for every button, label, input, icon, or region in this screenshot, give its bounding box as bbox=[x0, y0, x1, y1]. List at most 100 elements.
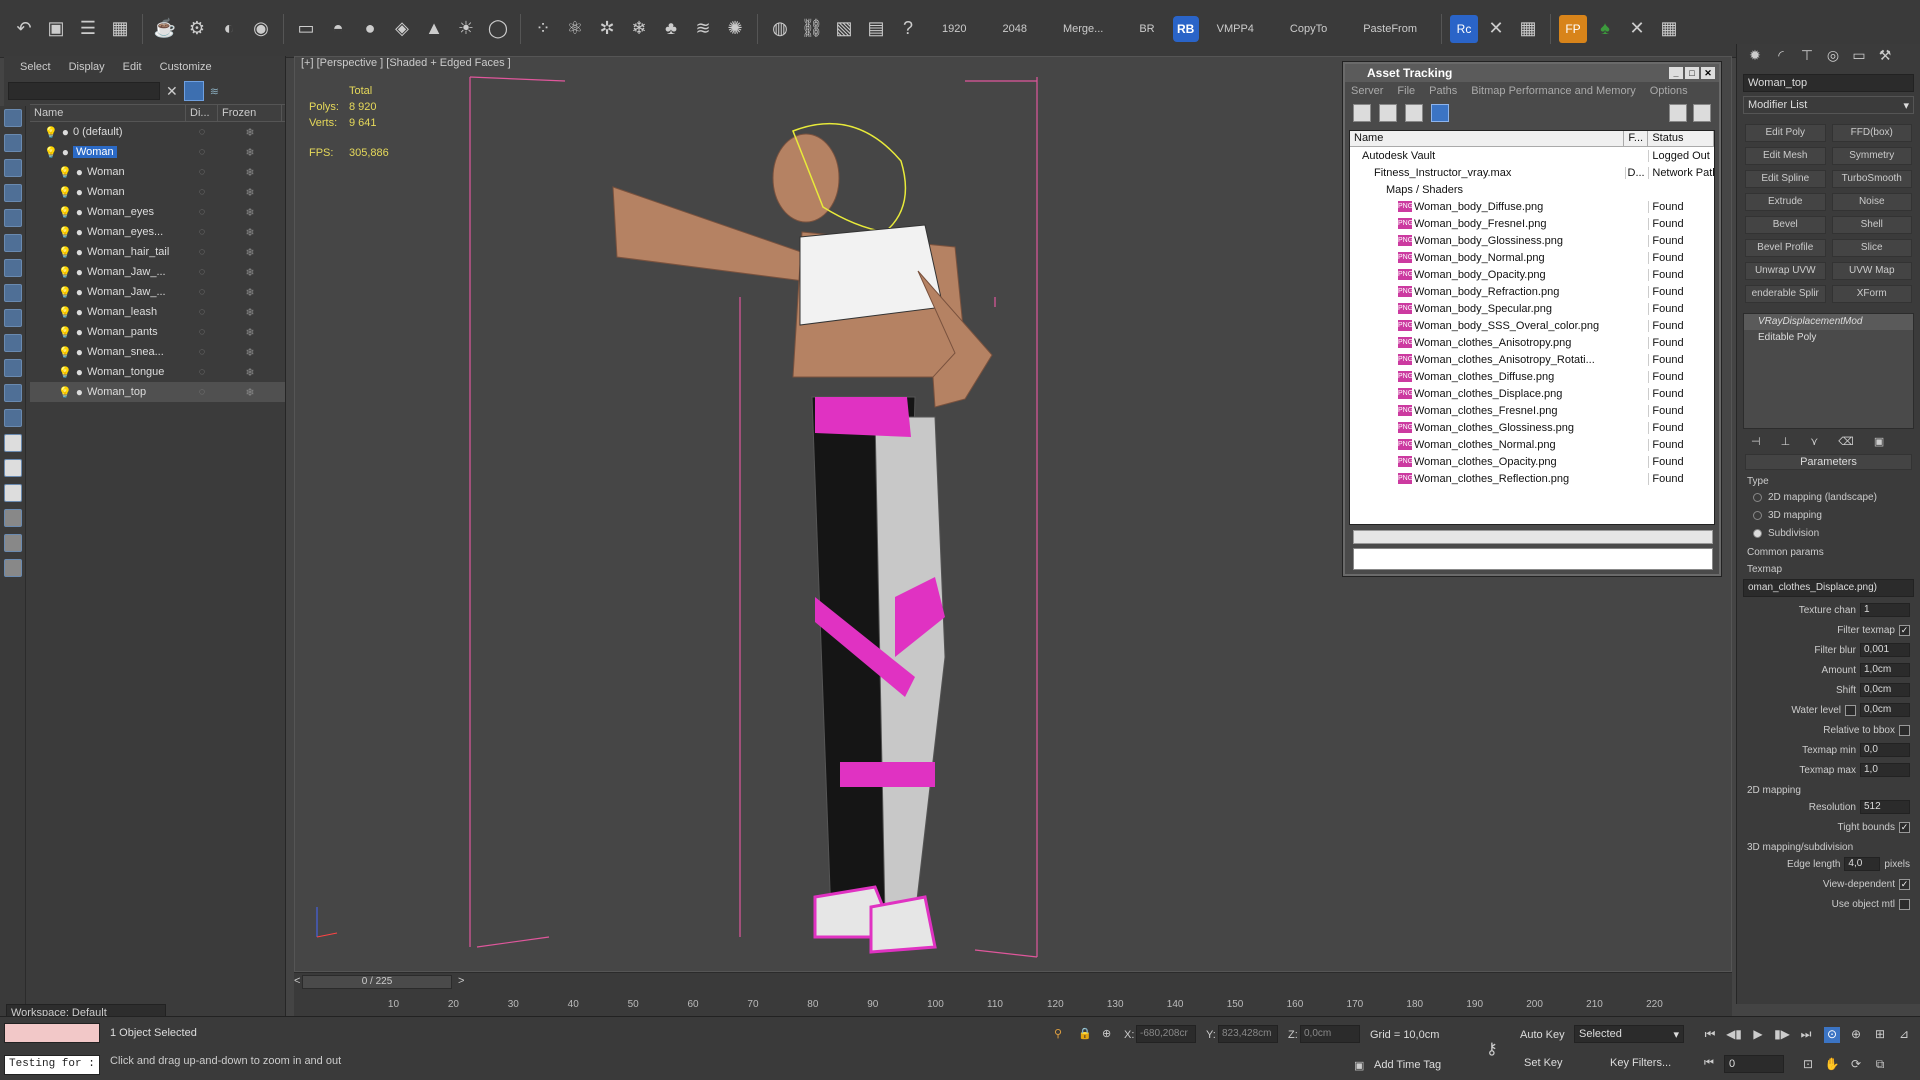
freeze-toggle-icon[interactable]: ❄ bbox=[218, 386, 282, 399]
key-icon[interactable]: ⚷ bbox=[1486, 1039, 1498, 1059]
use-object-mtl-checkbox[interactable] bbox=[1899, 898, 1910, 910]
asset-row[interactable]: PNGWoman_clothes_Glossiness.png Found bbox=[1350, 419, 1714, 436]
display-toggle-icon[interactable]: ◌ bbox=[186, 306, 218, 318]
hierarchy-icon[interactable] bbox=[4, 534, 22, 552]
display-toggle-icon[interactable]: ◌ bbox=[186, 386, 218, 398]
asset-row[interactable]: PNGWoman_clothes_Anisotropy_Rotati... Fou… bbox=[1350, 351, 1714, 368]
menu-edit[interactable]: Edit bbox=[123, 61, 142, 73]
list-view-icon[interactable] bbox=[1379, 104, 1397, 122]
table-view-icon[interactable] bbox=[1431, 104, 1449, 122]
display-lights-icon[interactable] bbox=[4, 184, 22, 202]
table-icon[interactable]: ▦ bbox=[106, 15, 134, 43]
display-toggle-icon[interactable]: ◌ bbox=[186, 126, 218, 138]
freeze-toggle-icon[interactable]: ❄ bbox=[218, 186, 282, 199]
asset-row[interactable]: PNGWoman_body_Opacity.png Found bbox=[1350, 266, 1714, 283]
field-of-view-icon[interactable]: ⊿ bbox=[1896, 1027, 1912, 1043]
motion-tab-icon[interactable]: ◎ bbox=[1823, 47, 1843, 67]
show-end-result-icon[interactable]: ⊥ bbox=[1781, 435, 1791, 448]
scene-row[interactable]: 💡 ● Woman_leash ◌ ❄ bbox=[30, 302, 285, 322]
time-tag-icon[interactable]: ▣ bbox=[1354, 1059, 1364, 1072]
display-all-icon[interactable] bbox=[4, 109, 22, 127]
modifier-button[interactable]: Slice bbox=[1831, 239, 1912, 257]
display-toggle-icon[interactable]: ◌ bbox=[186, 326, 218, 338]
tools-icon[interactable]: ✕ bbox=[1482, 15, 1510, 43]
rc-icon[interactable]: Rc bbox=[1450, 14, 1478, 43]
next-key-icon[interactable]: ▮▶ bbox=[1774, 1027, 1790, 1043]
filter-texmap-checkbox[interactable]: ✓ bbox=[1899, 624, 1910, 636]
modifier-button[interactable]: Symmetry bbox=[1831, 147, 1912, 165]
spreadsheet2-icon[interactable]: ▦ bbox=[1655, 15, 1683, 43]
asset-row[interactable]: PNGWoman_body_FresneI.png Found bbox=[1350, 215, 1714, 232]
water-level-spinner[interactable]: 0,0cm bbox=[1860, 703, 1910, 717]
prev-frame-icon[interactable]: < bbox=[294, 975, 300, 987]
maximize-icon[interactable]: □ bbox=[1685, 67, 1699, 79]
spreadsheet-icon[interactable]: ▦ bbox=[1514, 15, 1542, 43]
visibility-bulb-icon[interactable]: 💡 bbox=[58, 186, 72, 199]
col-display[interactable]: Di... bbox=[186, 105, 218, 121]
display-toggle-icon[interactable]: ◌ bbox=[186, 186, 218, 198]
radio-button[interactable] bbox=[1753, 492, 1762, 502]
sun-icon[interactable]: ☀ bbox=[452, 15, 480, 43]
col-frozen[interactable]: Frozen bbox=[218, 105, 282, 121]
visibility-bulb-icon[interactable]: 💡 bbox=[58, 206, 72, 219]
asset-row[interactable]: Fitness_Instructor_vray.max D... Network P… bbox=[1350, 164, 1714, 181]
teapot-icon[interactable]: ☕ bbox=[151, 15, 179, 43]
display-toggle-icon[interactable]: ◌ bbox=[186, 166, 218, 178]
asset-col-f[interactable]: F... bbox=[1624, 131, 1649, 146]
modifier-button[interactable]: UVW Map bbox=[1831, 262, 1912, 280]
prev-key-icon[interactable]: ◀▮ bbox=[1726, 1027, 1742, 1043]
time-slider[interactable]: 0 / 225 bbox=[302, 975, 452, 989]
asset-row[interactable]: PNGWoman_body_Normal.png Found bbox=[1350, 249, 1714, 266]
scene-row[interactable]: 💡 ● Woman_Jaw_... ◌ ❄ bbox=[30, 262, 285, 282]
modifier-button[interactable]: Bevel Profile bbox=[1745, 239, 1826, 257]
display-warps-icon[interactable] bbox=[4, 259, 22, 277]
current-frame-field[interactable]: 0 bbox=[1724, 1055, 1784, 1073]
close-icon[interactable]: ✕ bbox=[1701, 67, 1715, 79]
hierarchy-tab-icon[interactable]: ⊤ bbox=[1797, 47, 1817, 67]
asset-row[interactable]: PNGWoman_body_Specular.png Found bbox=[1350, 300, 1714, 317]
radio-button[interactable] bbox=[1753, 510, 1762, 520]
light-icon[interactable]: ◯ bbox=[484, 15, 512, 43]
texmap-min-spinner[interactable]: 0,0 bbox=[1860, 743, 1910, 757]
rb-button[interactable]: RB bbox=[1172, 15, 1199, 42]
asset-horizontal-scrollbar[interactable] bbox=[1353, 530, 1713, 544]
asset-row[interactable]: PNGWoman_clothes_Opacity.png Found bbox=[1350, 453, 1714, 470]
play-icon[interactable]: ▶ bbox=[1750, 1027, 1766, 1043]
texture-chan-spinner[interactable]: 1 bbox=[1860, 603, 1910, 617]
invert-icon[interactable] bbox=[4, 484, 22, 502]
modifier-button[interactable]: Bevel bbox=[1745, 216, 1826, 234]
asset-row[interactable]: PNGWoman_body_SSS_Overal_color.png Found bbox=[1350, 317, 1714, 334]
menu-select[interactable]: Select bbox=[20, 61, 51, 73]
undo-icon[interactable]: ↶ bbox=[10, 15, 38, 43]
display-toggle-icon[interactable]: ◌ bbox=[186, 226, 218, 238]
tree-icon[interactable]: ♠ bbox=[1591, 15, 1619, 43]
help-icon[interactable] bbox=[1669, 104, 1687, 122]
sphere-icon[interactable]: ● bbox=[356, 15, 384, 43]
br-button[interactable]: BR bbox=[1139, 23, 1154, 35]
display-groups-icon[interactable] bbox=[4, 284, 22, 302]
display-geometry-icon[interactable] bbox=[4, 134, 22, 152]
object-name-field[interactable]: Woman_top bbox=[1743, 74, 1914, 92]
scene-row[interactable]: 💡 ● Woman_snea... ◌ ❄ bbox=[30, 342, 285, 362]
goto-end-icon[interactable]: ⏭ bbox=[1798, 1027, 1814, 1043]
col-name[interactable]: Name bbox=[30, 105, 186, 121]
view-dependent-checkbox[interactable]: ✓ bbox=[1899, 878, 1910, 890]
scene-row[interactable]: 💡 ● Woman_hair_tail ◌ ❄ bbox=[30, 242, 285, 262]
create-tab-icon[interactable]: ✹ bbox=[1745, 47, 1765, 67]
freeze-toggle-icon[interactable]: ❄ bbox=[218, 166, 282, 179]
visibility-bulb-icon[interactable]: 💡 bbox=[58, 226, 72, 239]
globe-icon[interactable]: ◍ bbox=[766, 15, 794, 43]
asset-row[interactable]: PNGWoman_body_Diffuse.png Found bbox=[1350, 198, 1714, 215]
display-toggle-icon[interactable]: ◌ bbox=[186, 246, 218, 258]
script-1920-button[interactable]: 1920 bbox=[942, 23, 966, 35]
scene-row[interactable]: 💡 ● Woman_top ◌ ❄ bbox=[30, 382, 285, 402]
asset-row[interactable]: Maps / Shaders bbox=[1350, 181, 1714, 198]
edge-length-spinner[interactable]: 4,0 bbox=[1844, 857, 1881, 871]
cage-icon[interactable]: ◈ bbox=[388, 15, 416, 43]
goto-start-icon[interactable]: ⏮ bbox=[1702, 1027, 1718, 1043]
shift-spinner[interactable]: 0,0cm bbox=[1860, 683, 1910, 697]
modifier-button[interactable]: Shell bbox=[1831, 216, 1912, 234]
freeze-toggle-icon[interactable]: ❄ bbox=[218, 126, 282, 139]
maxscript-mini-listener[interactable]: Testing for : bbox=[4, 1055, 100, 1075]
menu-options[interactable]: Options bbox=[1650, 85, 1688, 97]
